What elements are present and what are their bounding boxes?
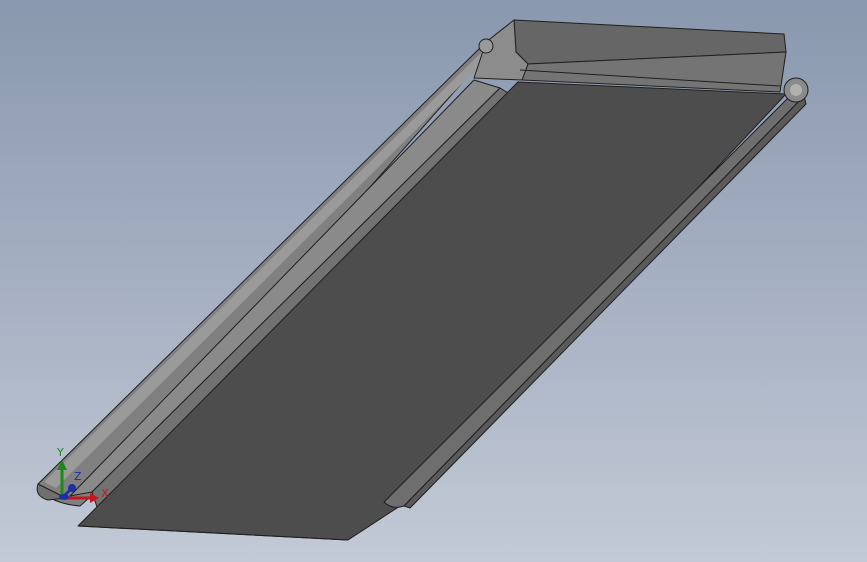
triad-origin bbox=[59, 494, 69, 500]
y-axis-label: Y bbox=[56, 446, 64, 459]
right-end-knob-inner bbox=[790, 84, 802, 96]
graphics-viewport[interactable]: Y X Z bbox=[0, 0, 867, 562]
z-axis-label: Z bbox=[74, 470, 82, 483]
z-axis-head bbox=[68, 484, 76, 492]
left-end-knob bbox=[478, 38, 494, 54]
model-part[interactable] bbox=[36, 19, 809, 541]
model-view[interactable]: Y X Z bbox=[0, 0, 867, 562]
x-axis-label: X bbox=[101, 487, 109, 500]
